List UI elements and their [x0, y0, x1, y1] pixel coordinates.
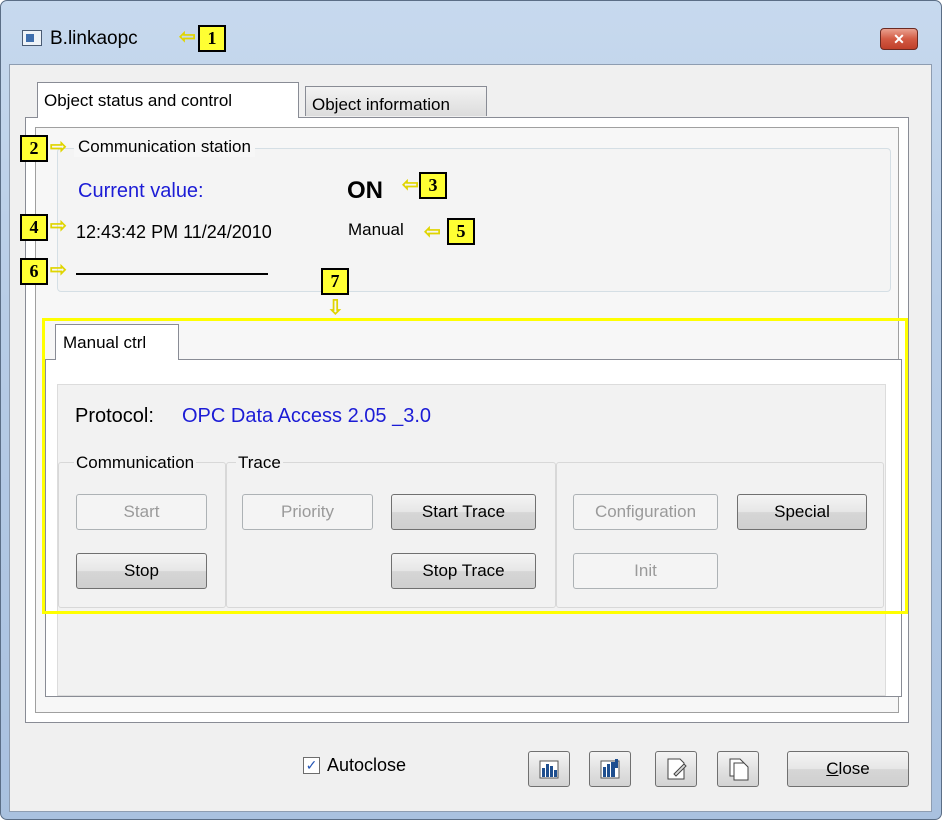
chart-settings-button[interactable]: [589, 751, 631, 787]
annotation-arrow: ⇨: [50, 136, 67, 158]
annotation-arrow: ⇦: [424, 221, 441, 243]
close-icon: ✕: [893, 31, 905, 47]
close-label: lose: [838, 759, 870, 778]
tab-object-status[interactable]: Object status and control: [37, 82, 299, 118]
timestamp: 12:43:42 PM 11/24/2010: [76, 222, 272, 242]
annotation-arrow: ⇨: [50, 259, 67, 281]
communication-station-title: Communication station: [74, 137, 255, 157]
window-title: B.linkaopc: [50, 28, 138, 49]
copy-document-button[interactable]: [717, 751, 759, 787]
tab-manual-ctrl[interactable]: Manual ctrl: [55, 324, 179, 360]
annotation-arrow: ⇩: [327, 297, 344, 319]
annotation-5: 5: [447, 218, 475, 245]
annotation-2: 2: [20, 135, 48, 162]
annotation-6: 6: [20, 258, 48, 285]
autoclose-checkbox[interactable]: ✓: [303, 757, 320, 774]
close-mnemonic: C: [826, 759, 839, 778]
copy-document-icon: [729, 758, 749, 781]
current-value-label: Current value:: [78, 180, 204, 202]
empty-value-line: [76, 273, 268, 275]
edit-document-button[interactable]: [655, 751, 697, 787]
mode-value: Manual: [348, 220, 404, 239]
annotation-3: 3: [419, 172, 447, 199]
window-close-button[interactable]: ✕: [880, 28, 918, 50]
title-bar[interactable]: [1, 1, 939, 41]
annotation-arrow: ⇦: [402, 174, 419, 196]
chart-button[interactable]: [528, 751, 570, 787]
current-value: ON: [347, 177, 383, 204]
annotation-4: 4: [20, 214, 48, 241]
annotation-arrow: ⇦: [179, 26, 196, 48]
highlight-box: [42, 318, 908, 614]
tab-object-information[interactable]: Object information: [305, 86, 487, 116]
annotation-1: 1: [198, 25, 226, 52]
annotation-7: 7: [321, 268, 349, 295]
edit-document-icon: [667, 758, 687, 780]
close-button[interactable]: Close: [787, 751, 909, 787]
chart-add-icon: [600, 759, 620, 779]
bar-chart-icon: [539, 760, 559, 779]
app-icon: [22, 30, 42, 46]
autoclose-label[interactable]: Autoclose: [327, 755, 406, 776]
annotation-arrow: ⇨: [50, 215, 67, 237]
